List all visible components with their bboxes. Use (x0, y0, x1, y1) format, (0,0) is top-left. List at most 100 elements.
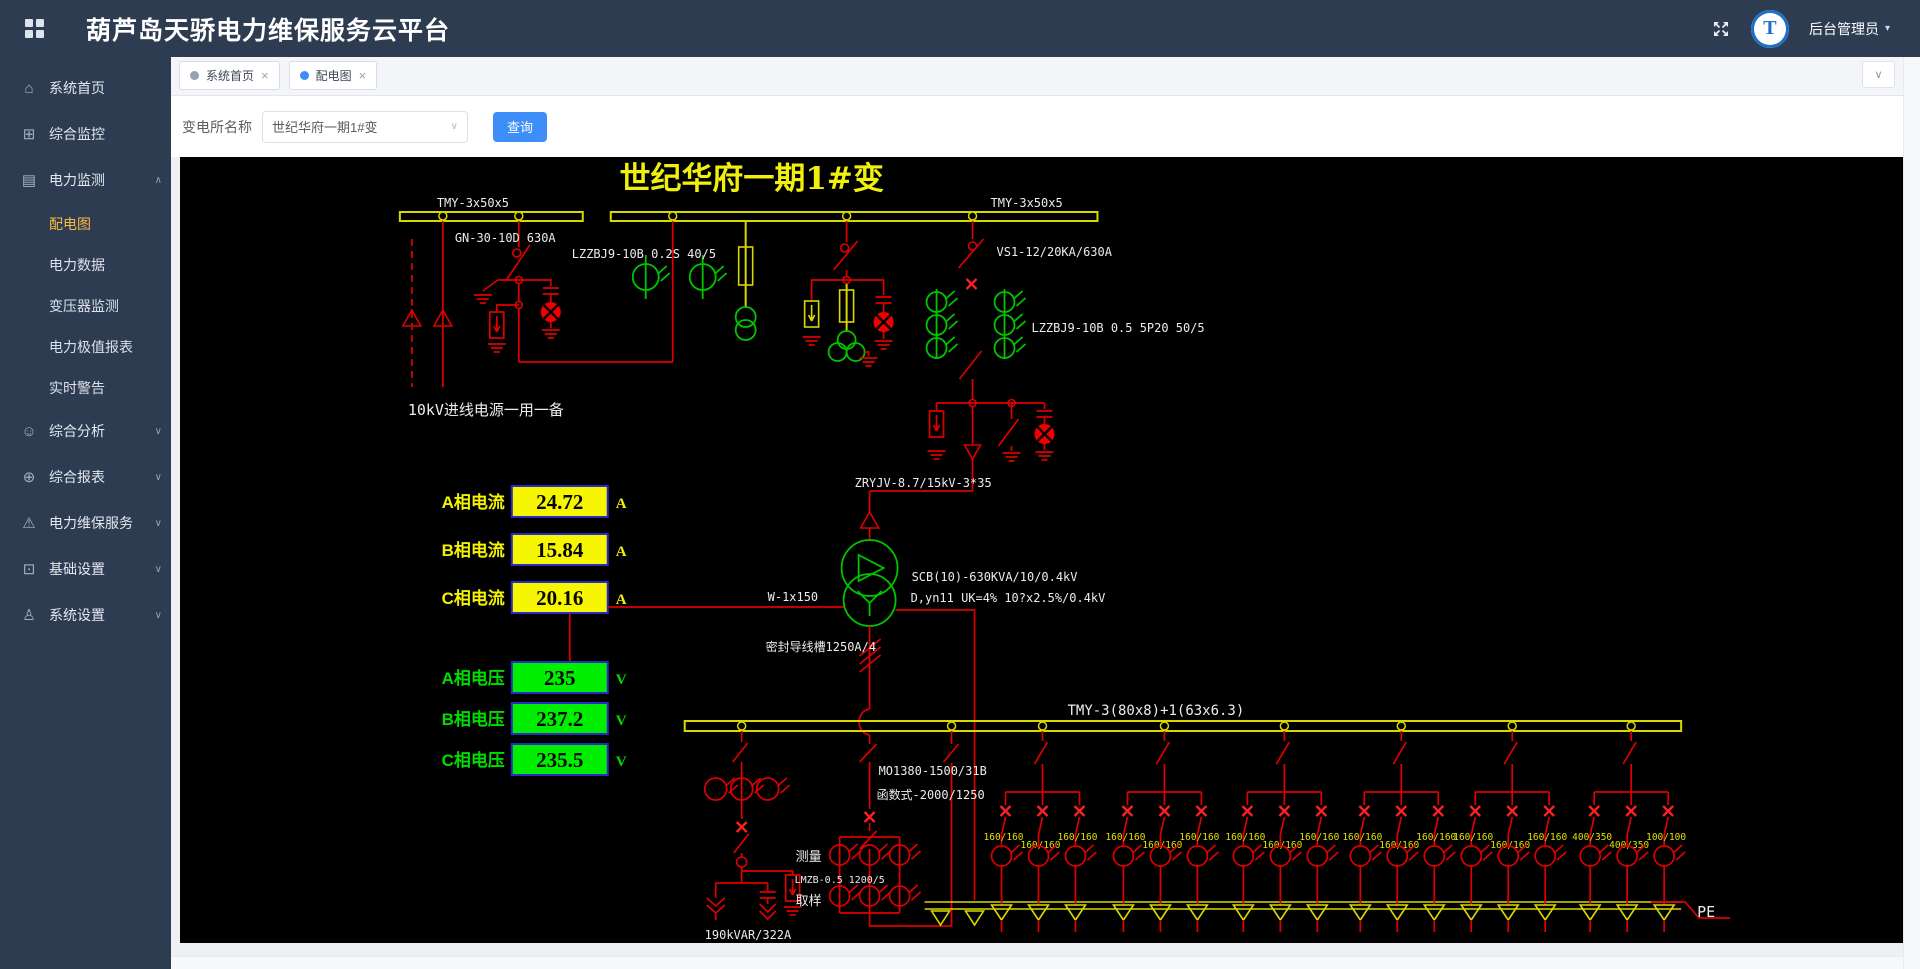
transformer-vector-label: D,yn11 UK=4% 10?x2.5%/0.4kV (911, 591, 1106, 605)
current-b-label: B相电流 (442, 540, 505, 560)
busbar-left-label: TMY-3x50x5 (437, 196, 509, 210)
feeder-rating-label: 160/160 (1453, 832, 1493, 843)
w-cable-label: W-1x150 (768, 590, 819, 604)
acb-type-label: 函数式-2000/1250 (877, 787, 985, 802)
feeder-rating-label: 100/100 (1646, 832, 1686, 843)
sidebar-item-system-settings[interactable]: ♙ 系统设置 ∨ (0, 592, 171, 638)
document-icon: ▤ (21, 172, 37, 189)
home-icon: ⌂ (24, 79, 34, 97)
username: 后台管理员 (1808, 20, 1879, 37)
sidebar-item-extreme-report[interactable]: 电力极值报表 (0, 326, 171, 367)
tab-dot (190, 71, 199, 80)
sidebar-item-maintenance-service[interactable]: ⚠ 电力维保服务 ∨ (0, 500, 171, 546)
sample-ct-label: LMZB-0.5 1200/5 (795, 875, 885, 886)
feeder-rating-label: 160/160 (1527, 832, 1567, 843)
voltage-b-value: 237.2 (536, 707, 583, 731)
menu-grid-icon[interactable] (25, 19, 44, 38)
sidebar-item-home[interactable]: ⌂ 系统首页 (0, 65, 171, 111)
voltage-b-label: B相电压 (442, 709, 505, 729)
phase-voltage-readings: A相电压 235 V B相电压 237.2 V C相电压 235.5 V (442, 661, 627, 776)
voltage-a-label: A相电压 (442, 668, 505, 688)
close-icon[interactable]: × (261, 69, 269, 82)
sidebar-item-label: 综合监控 (49, 126, 105, 142)
rating-630a-label: 630A (527, 231, 556, 245)
current-a-unit: A (616, 496, 627, 512)
query-bar: 变电所名称 世纪华府一期1#变 ∨ 查询 (171, 96, 1920, 157)
query-button[interactable]: 查询 (493, 111, 547, 142)
voltage-a-unit: V (616, 672, 627, 688)
feeder-rating-label: 160/160 (1105, 832, 1145, 843)
sidebar-item-basic-settings[interactable]: ⊡ 基础设置 ∨ (0, 546, 171, 592)
sample-label: 取样 (796, 894, 822, 909)
sidebar: ⌂ 系统首页 ⊞ 综合监控 ▤ 电力监测 ∧ 配电图 电力数据 变压器监测 电力… (0, 57, 171, 969)
current-b-value: 15.84 (536, 538, 584, 562)
sidebar-item-power-monitoring[interactable]: ▤ 电力监测 ∧ (0, 157, 171, 203)
horizontal-scrollbar[interactable] (171, 956, 1904, 969)
sidebar-item-realtime-alert[interactable]: 实时警告 (0, 367, 171, 408)
grid-icon: ⊡ (22, 561, 36, 578)
distribution-diagram: 160/160 160/160 160/160 160/160 160/160 160/1… (180, 157, 1903, 943)
avatar[interactable]: T (1750, 9, 1789, 48)
diagram-canvas: 160/160 160/160 160/160 160/160 160/160 160/1… (180, 157, 1903, 943)
sidebar-item-transformer-monitoring[interactable]: 变压器监测 (0, 285, 171, 326)
tab-label: 配电图 (315, 69, 352, 83)
measure-label: 测量 (796, 850, 822, 865)
main-area: 系统首页 × 配电图 × ∨ 变电所名称 世纪华府一期1#变 ∨ 查询 160/… (171, 57, 1920, 969)
voltage-c-value: 235.5 (536, 748, 583, 772)
tab-label: 系统首页 (206, 69, 255, 83)
warning-icon: ⚠ (22, 515, 36, 532)
user-menu[interactable]: 后台管理员 ▾ (1809, 19, 1890, 39)
feeder-rating-label: 160/160 (1299, 832, 1339, 843)
app-header: 葫芦岛天骄电力维保服务云平台 T 后台管理员 ▾ (0, 0, 1920, 57)
diagram-title: 世纪华府一期1#变 (619, 161, 883, 197)
acb-model-label: MO1380-1500/31B (879, 764, 987, 778)
current-b-unit: A (616, 544, 627, 560)
duct-label: 密封导线槽1250A/4 (766, 639, 876, 654)
close-icon[interactable]: × (359, 69, 367, 82)
user-icon: ♙ (22, 607, 36, 624)
sidebar-item-power-data[interactable]: 电力数据 (0, 244, 171, 285)
current-a-value: 24.72 (536, 490, 583, 514)
vs1-breaker-label: VS1-12/20KA/630A (997, 245, 1112, 259)
smile-icon: ☺ (21, 422, 37, 440)
cable-label: ZRYJV-8.7/15kV-3*35 (855, 476, 992, 490)
caret-down-icon: ▾ (1884, 23, 1890, 34)
feeder-rating-label: 160/160 (1057, 832, 1097, 843)
phase-current-readings: A相电流 24.72 A B相电流 15.84 A C相电流 20.16 A (442, 485, 627, 614)
busbar-right-label: TMY-3x50x5 (991, 196, 1063, 210)
tab-home[interactable]: 系统首页 × (179, 61, 280, 90)
sidebar-item-distribution-diagram[interactable]: 配电图 (0, 203, 171, 244)
voltage-c-unit: V (616, 754, 627, 770)
chevron-down-icon: ∨ (154, 471, 162, 483)
sidebar-item-label: 系统首页 (49, 80, 105, 96)
feeder-rating-label: 160/160 (984, 832, 1024, 843)
current-c-unit: A (616, 592, 627, 608)
current-c-value: 20.16 (536, 586, 583, 610)
capacitor-bank-label: 190kVAR/322A (705, 928, 792, 942)
feeder-rating-label: 400/350 (1572, 832, 1612, 843)
current-a-label: A相电流 (442, 492, 505, 512)
tab-bar: 系统首页 × 配电图 × ∨ (171, 57, 1920, 96)
substation-name-label: 变电所名称 (182, 118, 252, 135)
pe-label: PE (1697, 903, 1715, 921)
sidebar-item-analysis[interactable]: ☺ 综合分析 ∨ (0, 408, 171, 454)
vertical-scrollbar[interactable] (1903, 57, 1920, 969)
gn-switch-label: GN-30-10D (455, 231, 520, 245)
sidebar-item-monitoring[interactable]: ⊞ 综合监控 (0, 111, 171, 157)
incoming-note-label: 10kV进线电源一用一备 (408, 401, 564, 419)
tab-overflow-button[interactable]: ∨ (1862, 61, 1895, 88)
fullscreen-icon[interactable] (1711, 19, 1731, 39)
voltage-c-label: C相电压 (442, 750, 505, 770)
feeder-rating-label: 160/160 (1225, 832, 1265, 843)
chevron-down-icon: ∨ (1874, 69, 1883, 81)
ct-protection-label: LZZBJ9-10B 0.5 5P20 50/5 (1032, 321, 1205, 335)
chevron-down-icon: ∨ (154, 609, 162, 621)
sidebar-item-reports[interactable]: ⊕ 综合报表 ∨ (0, 454, 171, 500)
chevron-up-icon: ∧ (154, 174, 162, 186)
lv-busbar-label: TMY-3(80x8)+1(63x6.3) (1067, 703, 1244, 719)
substation-select-value: 世纪华府一期1#变 (272, 120, 378, 135)
substation-select[interactable]: 世纪华府一期1#变 ∨ (262, 110, 468, 143)
chevron-down-icon: ∨ (154, 425, 162, 437)
tab-distribution-diagram[interactable]: 配电图 × (288, 61, 378, 90)
monitor-icon: ⊞ (22, 126, 36, 143)
